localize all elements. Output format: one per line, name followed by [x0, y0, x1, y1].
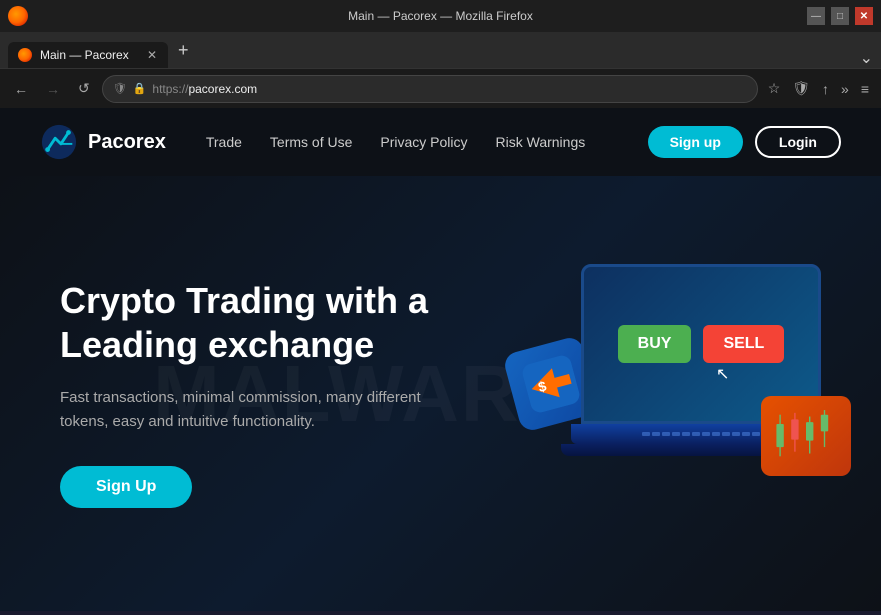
hero-subtitle: Fast transactions, minimal commission, m…	[60, 386, 440, 434]
tab-dropdown-button[interactable]: ⌄	[860, 48, 873, 68]
url-https: https://	[152, 82, 188, 96]
minimize-button[interactable]: —	[807, 7, 825, 25]
firefox-icon	[8, 6, 28, 26]
nav-login-button[interactable]: Login	[755, 126, 841, 158]
window-controls: — □ ✕	[807, 7, 873, 25]
extensions-button[interactable]: »	[837, 77, 853, 101]
nav-link-privacy[interactable]: Privacy Policy	[380, 134, 467, 150]
key	[652, 432, 660, 436]
title-bar: Main — Pacorex — Mozilla Firefox — □ ✕	[0, 0, 881, 32]
candlestick-chart	[769, 403, 843, 468]
tab-label: Main — Pacorex	[40, 48, 129, 62]
hero-title: Crypto Trading with a Leading exchange	[60, 279, 520, 365]
nav-link-risk[interactable]: Risk Warnings	[496, 134, 586, 150]
forward-button[interactable]: →	[40, 77, 66, 101]
shield-button[interactable]: 🛡	[788, 76, 814, 101]
hero-section: MALWARE.COM Crypto Trading with a Leadin…	[0, 176, 881, 611]
site-content: Pacorex Trade Terms of Use Privacy Polic…	[0, 108, 881, 611]
key	[682, 432, 690, 436]
site-logo[interactable]: Pacorex	[40, 123, 166, 161]
key	[642, 432, 650, 436]
hero-illustration: $ BUY SELL ↖	[501, 224, 841, 564]
site-navbar: Pacorex Trade Terms of Use Privacy Polic…	[0, 108, 881, 176]
candlestick-card	[761, 396, 851, 476]
tab-bar: Main — Pacorex ✕ + ⌄	[0, 32, 881, 68]
window-title: Main — Pacorex — Mozilla Firefox	[348, 9, 533, 23]
key	[702, 432, 710, 436]
url-display: https://pacorex.com	[152, 82, 746, 96]
buy-button[interactable]: BUY	[618, 325, 692, 363]
menu-button[interactable]: ≡	[857, 77, 873, 101]
site-nav-links: Trade Terms of Use Privacy Policy Risk W…	[206, 134, 648, 150]
maximize-button[interactable]: □	[831, 7, 849, 25]
nav-link-trade[interactable]: Trade	[206, 134, 242, 150]
bookmark-button[interactable]: ☆	[764, 76, 785, 101]
key	[672, 432, 680, 436]
key	[712, 432, 720, 436]
logo-text: Pacorex	[88, 131, 166, 154]
cursor-icon: ↖	[716, 364, 729, 384]
share-button[interactable]: ↑	[818, 77, 833, 101]
nav-link-terms[interactable]: Terms of Use	[270, 134, 352, 150]
site-nav-buttons: Sign up Login	[648, 126, 841, 158]
refresh-button[interactable]: ↺	[72, 76, 96, 101]
back-button[interactable]: ←	[8, 77, 34, 101]
new-tab-button[interactable]: +	[168, 32, 199, 68]
browser-chrome: Main — Pacorex — Mozilla Firefox — □ ✕ M…	[0, 0, 881, 108]
address-bar[interactable]: 🛡 🔒 https://pacorex.com	[102, 75, 758, 103]
hero-signup-button[interactable]: Sign Up	[60, 466, 192, 508]
navigation-bar: ← → ↺ 🛡 🔒 https://pacorex.com ☆ 🛡 ↑ » ≡	[0, 68, 881, 108]
lock-icon: 🔒	[133, 82, 147, 95]
key	[692, 432, 700, 436]
tab-favicon	[18, 48, 32, 62]
key	[722, 432, 730, 436]
sell-button[interactable]: SELL	[703, 325, 784, 363]
nav-signup-button[interactable]: Sign up	[648, 126, 743, 158]
nav-right-icons: ☆ 🛡 ↑ » ≡	[764, 76, 873, 101]
key	[752, 432, 760, 436]
keyboard-row	[642, 432, 760, 436]
active-tab[interactable]: Main — Pacorex ✕	[8, 42, 168, 68]
dollar-arrow-icon: $	[520, 353, 581, 414]
key	[732, 432, 740, 436]
close-button[interactable]: ✕	[855, 7, 873, 25]
url-domain: pacorex.com	[188, 82, 257, 96]
logo-icon	[40, 123, 78, 161]
shield-icon: 🛡	[113, 82, 127, 95]
laptop-container: BUY SELL ↖	[581, 264, 841, 456]
hero-content: Crypto Trading with a Leading exchange F…	[60, 279, 520, 507]
tab-close-button[interactable]: ✕	[144, 47, 160, 63]
key	[662, 432, 670, 436]
key	[742, 432, 750, 436]
